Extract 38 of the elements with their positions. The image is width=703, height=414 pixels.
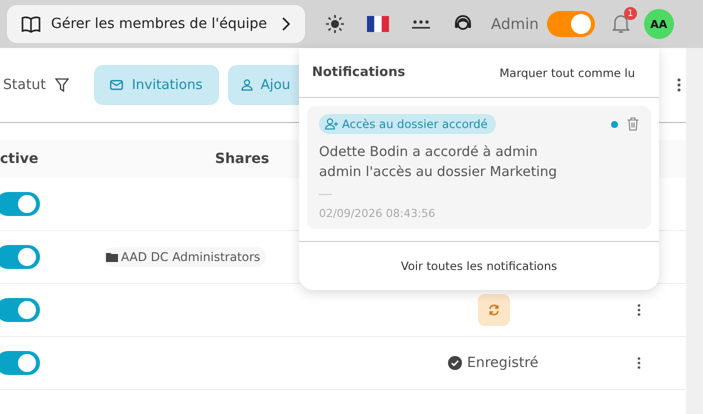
password-icon[interactable] (411, 18, 431, 30)
notification-card[interactable]: Accès au dossier accordé Odette Bodin a accordé à admin admin l'accès au dossier Marketing 02/09/2026 08:43:56 (307, 106, 651, 229)
more-options-icon[interactable] (637, 357, 641, 369)
admin-toggle[interactable] (546, 11, 595, 37)
mark-all-read-link[interactable]: Marquer tout comme lu (499, 66, 635, 80)
sync-status-icon (478, 294, 510, 326)
folder-icon (106, 252, 118, 262)
more-options-icon[interactable] (677, 78, 681, 92)
notification-badge: 1 (624, 7, 637, 20)
filter-label: Statut (3, 77, 46, 93)
share-chip: AAD DC Administrators (104, 247, 266, 267)
add-user-icon (325, 118, 339, 130)
view-all-link[interactable]: Voir toutes les notifications (400, 259, 558, 273)
notification-timestamp: 02/09/2026 08:43:56 (319, 207, 436, 220)
flag-icon[interactable] (367, 16, 389, 32)
active-toggle[interactable] (0, 351, 40, 375)
active-toggle[interactable] (0, 298, 40, 322)
users-icon (240, 79, 254, 91)
sun-icon[interactable] (325, 14, 345, 34)
active-toggle[interactable] (0, 245, 40, 269)
user-avatar[interactable]: AA (644, 9, 674, 39)
panel-title: Notifications (312, 65, 406, 80)
status-label: Enregistré (467, 355, 538, 371)
filter-icon[interactable] (54, 78, 69, 92)
notification-tag: Accès au dossier accordé (319, 114, 496, 134)
notification-message: Odette Bodin a accordé à admin admin l'accès au dossier Marketing (319, 143, 558, 182)
column-header: ctive (0, 151, 40, 167)
book-icon (21, 15, 41, 33)
column-header: Shares (214, 151, 270, 167)
user-label: Admin (491, 15, 539, 33)
envelope-icon (110, 80, 123, 90)
chevron-right-icon (281, 16, 291, 32)
more-options-icon[interactable] (637, 304, 641, 316)
check-circle-icon (448, 356, 462, 370)
bell-icon[interactable] (612, 14, 630, 34)
active-toggle[interactable] (0, 192, 40, 216)
breadcrumb-button[interactable]: Gérer les membres de l'équipe (7, 5, 305, 43)
trash-icon[interactable] (627, 117, 639, 131)
